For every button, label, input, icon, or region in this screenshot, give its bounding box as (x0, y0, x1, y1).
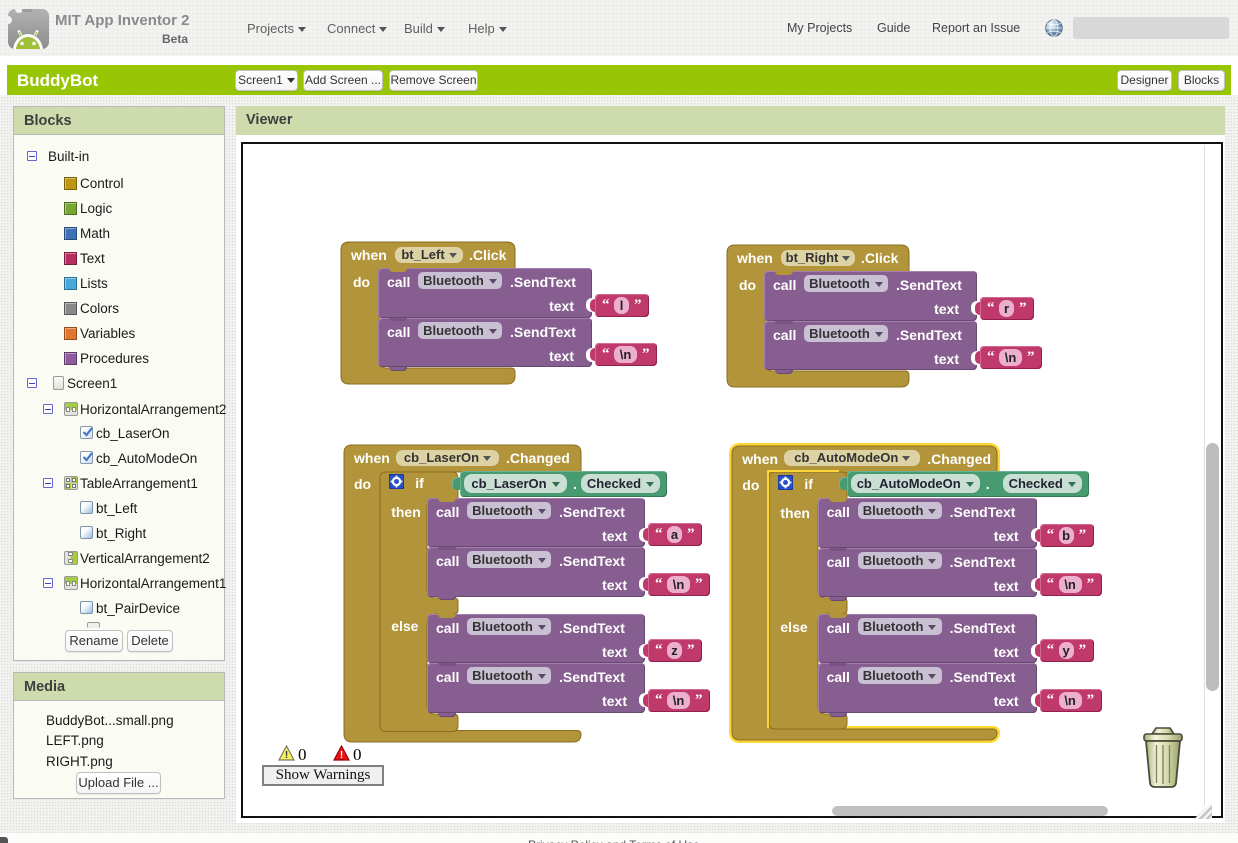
svg-text:!: ! (285, 750, 288, 761)
svg-text:!: ! (340, 750, 343, 761)
